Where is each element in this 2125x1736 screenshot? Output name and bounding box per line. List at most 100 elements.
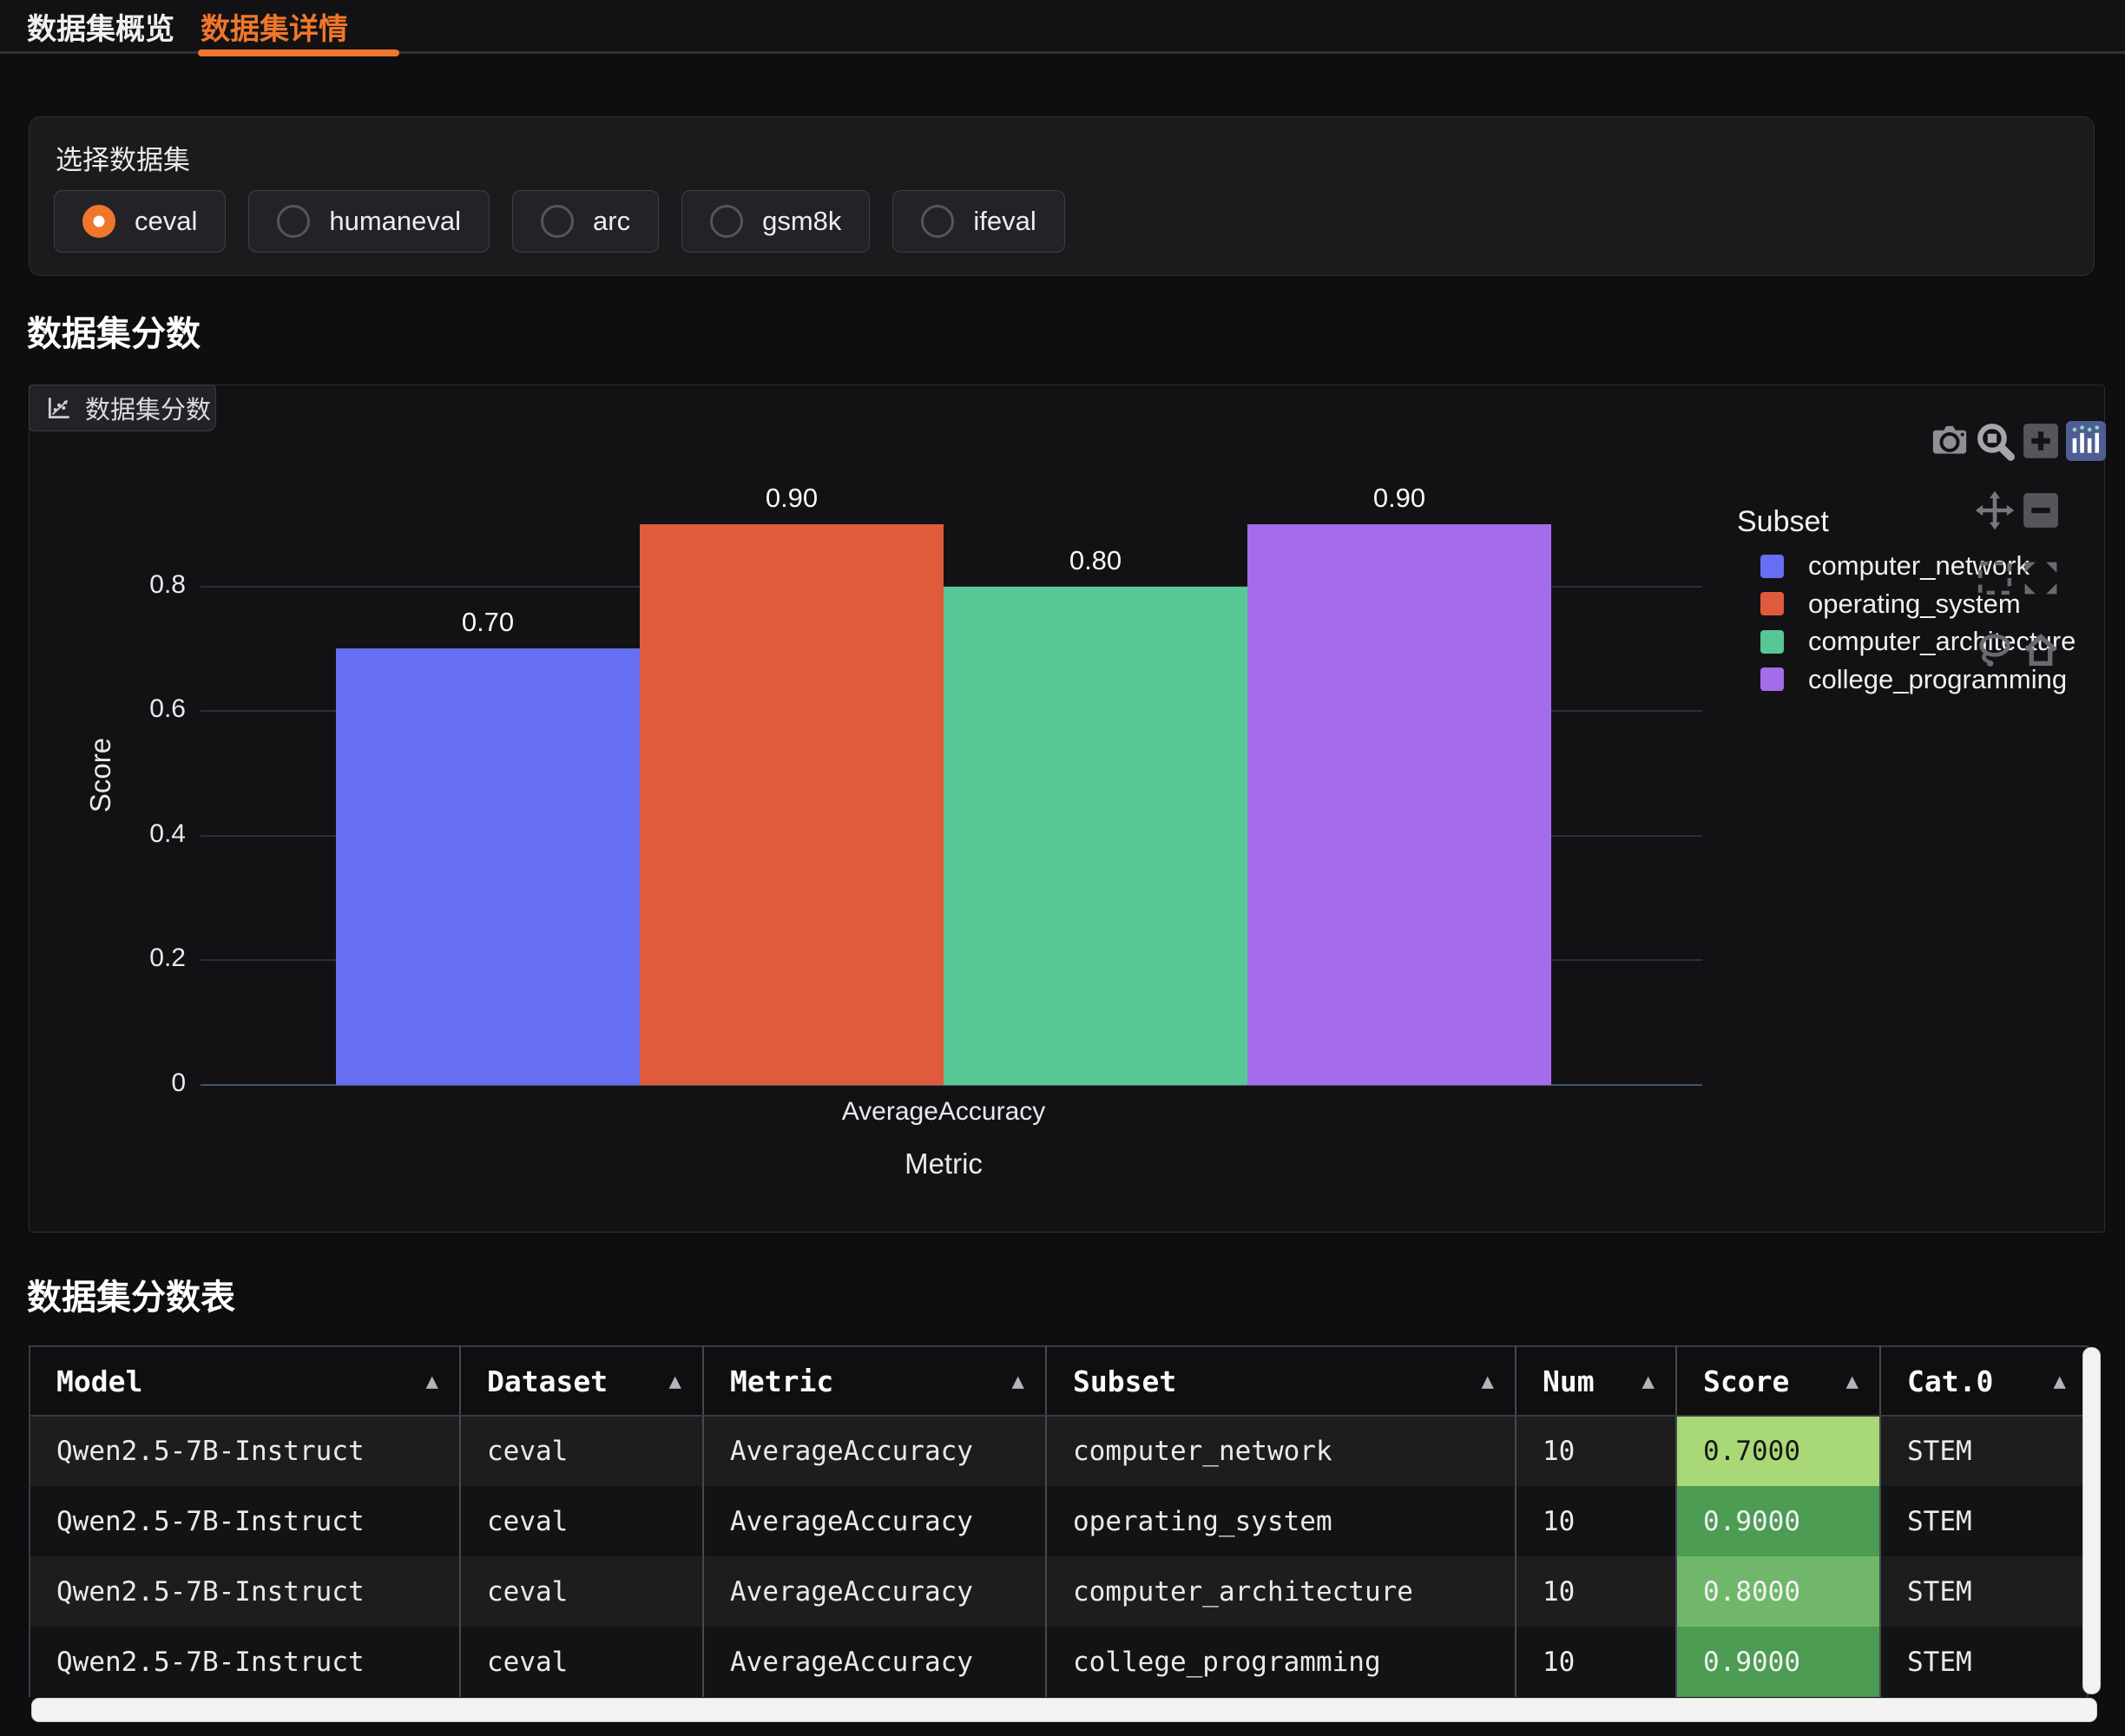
cell-metric: AverageAccuracy (703, 1556, 1046, 1627)
column-header-model[interactable]: Model ▲ (30, 1346, 460, 1416)
radio-option-ceval[interactable]: ceval (54, 190, 226, 253)
legend-swatch (1760, 555, 1784, 578)
plotly-logo-icon[interactable] (2066, 421, 2106, 461)
cell-dataset: ceval (460, 1416, 703, 1486)
cell-num: 10 (1516, 1556, 1676, 1627)
x-axis-title: Metric (336, 1147, 1551, 1180)
cell-dataset: ceval (460, 1556, 703, 1627)
cell-subset: computer_network (1046, 1416, 1516, 1486)
sort-ascending-icon: ▲ (1012, 1369, 1024, 1393)
box-select-icon[interactable] (1975, 558, 2015, 598)
legend-swatch (1760, 667, 1784, 691)
sort-ascending-icon: ▲ (426, 1369, 438, 1393)
radio-option-label: ifeval (973, 206, 1036, 237)
radio-option-label: ceval (135, 206, 197, 237)
bar-computer_architecture (944, 587, 1247, 1085)
radio-option-label: arc (593, 206, 630, 237)
cell-subset: computer_architecture (1046, 1556, 1516, 1627)
y-tick-label: 0.2 (30, 944, 186, 973)
dataset-selector-label: 选择数据集 (56, 138, 190, 177)
table-vertical-scrollbar[interactable] (2082, 1347, 2101, 1694)
scores-table: Model▲Dataset▲Metric▲Subset▲Num▲Score▲Ca… (29, 1345, 2089, 1697)
table-section-heading: 数据集分数表 (27, 1269, 235, 1319)
cell-subset: operating_system (1046, 1486, 1516, 1556)
cell-cat-0: STEM (1880, 1627, 2088, 1697)
cell-score: 0.7000 (1676, 1416, 1880, 1486)
radio-option-ifeval[interactable]: ifeval (892, 190, 1064, 253)
column-header-score[interactable]: Score▲ (1676, 1346, 1880, 1416)
radio-option-gsm8k[interactable]: gsm8k (681, 190, 870, 253)
chart-section-heading: 数据集分数 (27, 306, 201, 356)
radio-circle (541, 205, 574, 238)
cell-score: 0.9000 (1676, 1486, 1880, 1556)
cell-model: Qwen2.5-7B-Instruct (30, 1556, 460, 1627)
pan-icon[interactable] (1975, 490, 2015, 530)
sort-ascending-icon: ▲ (2054, 1369, 2066, 1393)
column-header-label: Dataset (487, 1364, 608, 1398)
table-row: Qwen2.5-7B-InstructcevalAverageAccuracyc… (30, 1556, 2088, 1627)
cell-cat-0: STEM (1880, 1416, 2088, 1486)
x-tick-label: AverageAccuracy (336, 1097, 1551, 1127)
radio-option-humaneval[interactable]: humaneval (248, 190, 490, 253)
reset-axes-icon[interactable] (2021, 630, 2061, 670)
tab-dataset-detail[interactable]: 数据集详情 (201, 0, 348, 52)
radio-circle (82, 205, 115, 238)
table-row: Qwen2.5-7B-InstructcevalAverageAccuracyc… (30, 1416, 2088, 1486)
zoom-out-icon[interactable] (2021, 490, 2061, 530)
column-header-subset[interactable]: Subset▲ (1046, 1346, 1516, 1416)
camera-icon[interactable] (1930, 421, 1970, 461)
table-horizontal-scrollbar[interactable] (31, 1698, 2097, 1722)
column-header-cat-0[interactable]: Cat.0▲ (1880, 1346, 2088, 1416)
active-tab-underline (198, 49, 399, 56)
cell-model: Qwen2.5-7B-Instruct (30, 1416, 460, 1486)
cell-dataset: ceval (460, 1486, 703, 1556)
cell-metric: AverageAccuracy (703, 1416, 1046, 1486)
y-tick-label: 0 (30, 1069, 186, 1098)
cell-metric: AverageAccuracy (703, 1486, 1046, 1556)
column-header-metric[interactable]: Metric ▲ (703, 1346, 1046, 1416)
column-header-label: Metric (730, 1364, 833, 1398)
bar-value-label: 0.90 (640, 483, 944, 514)
cell-cat-0: STEM (1880, 1556, 2088, 1627)
zoom-icon[interactable] (1975, 421, 2015, 461)
legend-swatch (1760, 630, 1784, 654)
bar-value-label: 0.90 (1247, 483, 1551, 514)
column-header-label: Model (56, 1364, 142, 1398)
zoom-in-icon[interactable] (2021, 421, 2061, 461)
dataset-selector-card: 选择数据集 ceval humaneval arc gsm8k ifeval (29, 116, 2095, 276)
plot-area: Score AverageAccuracy Metric Subset comp… (30, 385, 2106, 1233)
sort-ascending-icon: ▲ (1642, 1369, 1655, 1393)
cell-model: Qwen2.5-7B-Instruct (30, 1627, 460, 1697)
autoscale-icon[interactable] (2021, 558, 2061, 598)
bar-value-label: 0.80 (944, 545, 1247, 576)
radio-circle (921, 205, 954, 238)
column-header-label: Num (1543, 1364, 1595, 1398)
column-header-num[interactable]: Num ▲ (1516, 1346, 1676, 1416)
cell-score: 0.9000 (1676, 1627, 1880, 1697)
radio-option-label: gsm8k (762, 206, 841, 237)
cell-num: 10 (1516, 1486, 1676, 1556)
bar-college_programming (1247, 524, 1551, 1085)
radio-option-arc[interactable]: arc (512, 190, 659, 253)
cell-num: 10 (1516, 1416, 1676, 1486)
legend-swatch (1760, 592, 1784, 615)
cell-model: Qwen2.5-7B-Instruct (30, 1486, 460, 1556)
cell-cat-0: STEM (1880, 1486, 2088, 1556)
tab-dataset-overview[interactable]: 数据集概览 (27, 0, 174, 52)
table-row: Qwen2.5-7B-InstructcevalAverageAccuracyo… (30, 1486, 2088, 1556)
cell-subset: college_programming (1046, 1627, 1516, 1697)
radio-circle (710, 205, 743, 238)
sort-ascending-icon: ▲ (1482, 1369, 1494, 1393)
bar-operating_system (640, 524, 944, 1085)
radio-option-label: humaneval (329, 206, 461, 237)
lasso-icon[interactable] (1975, 630, 2015, 670)
sort-ascending-icon: ▲ (669, 1369, 681, 1393)
cell-dataset: ceval (460, 1627, 703, 1697)
bar-computer_network (336, 648, 640, 1085)
y-tick-label: 0.4 (30, 819, 186, 849)
cell-score: 0.8000 (1676, 1556, 1880, 1627)
y-tick-label: 0.6 (30, 694, 186, 724)
legend-title: Subset (1737, 505, 1829, 539)
column-header-label: Score (1703, 1364, 1789, 1398)
column-header-dataset[interactable]: Dataset ▲ (460, 1346, 703, 1416)
